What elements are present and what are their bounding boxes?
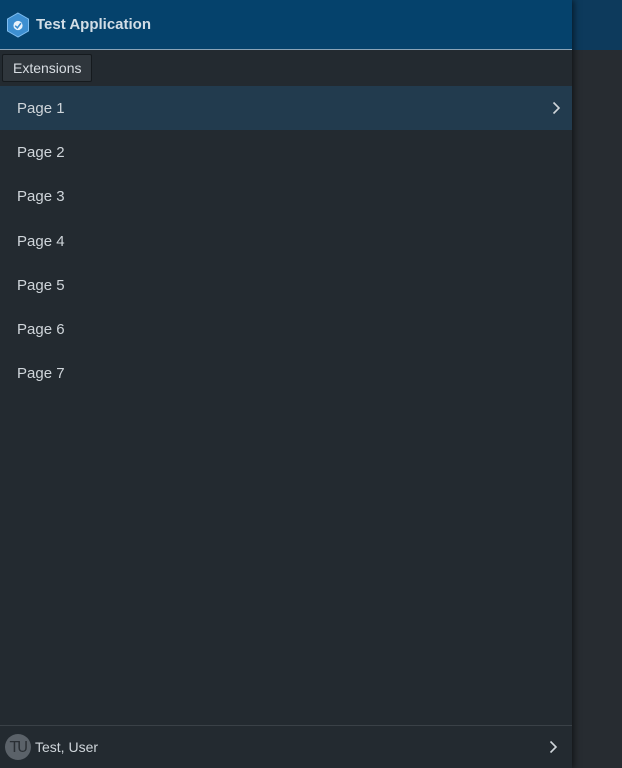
extensions-button[interactable]: Extensions [2,54,93,82]
user-name: Test, User [35,739,99,755]
nav-item-page-3[interactable]: Page 3 [0,175,572,219]
nav-list: Page 1 Page 2 Page 3 Page 4 Page 5 Page … [0,86,572,725]
hexagon-logo-icon [6,11,30,38]
nav-item-label: Page 4 [17,232,65,250]
app-header: Test Application [0,0,572,50]
nav-item-page-4[interactable]: Page 4 [0,219,572,263]
nav-item-label: Page 3 [17,188,65,206]
app-title: Test Application [36,16,152,33]
nav-item-page-6[interactable]: Page 6 [0,307,572,351]
nav-item-page-2[interactable]: Page 2 [0,130,572,174]
nav-item-label: Page 7 [17,365,65,383]
extensions-bar: Extensions [0,50,572,86]
nav-item-label: Page 5 [17,276,65,294]
chevron-right-icon [547,740,559,754]
avatar: TU [5,734,31,760]
user-menu[interactable]: TU Test, User [0,725,572,768]
nav-item-label: Page 6 [17,321,65,339]
nav-item-page-7[interactable]: Page 7 [0,352,572,396]
chevron-right-icon [550,101,562,115]
nav-item-label: Page 2 [17,143,65,161]
nav-item-label: Page 1 [17,99,65,117]
navigation-drawer: Test Application Extensions Page 1 Page … [0,0,572,768]
nav-item-page-5[interactable]: Page 5 [0,263,572,307]
nav-item-page-1[interactable]: Page 1 [0,86,572,131]
